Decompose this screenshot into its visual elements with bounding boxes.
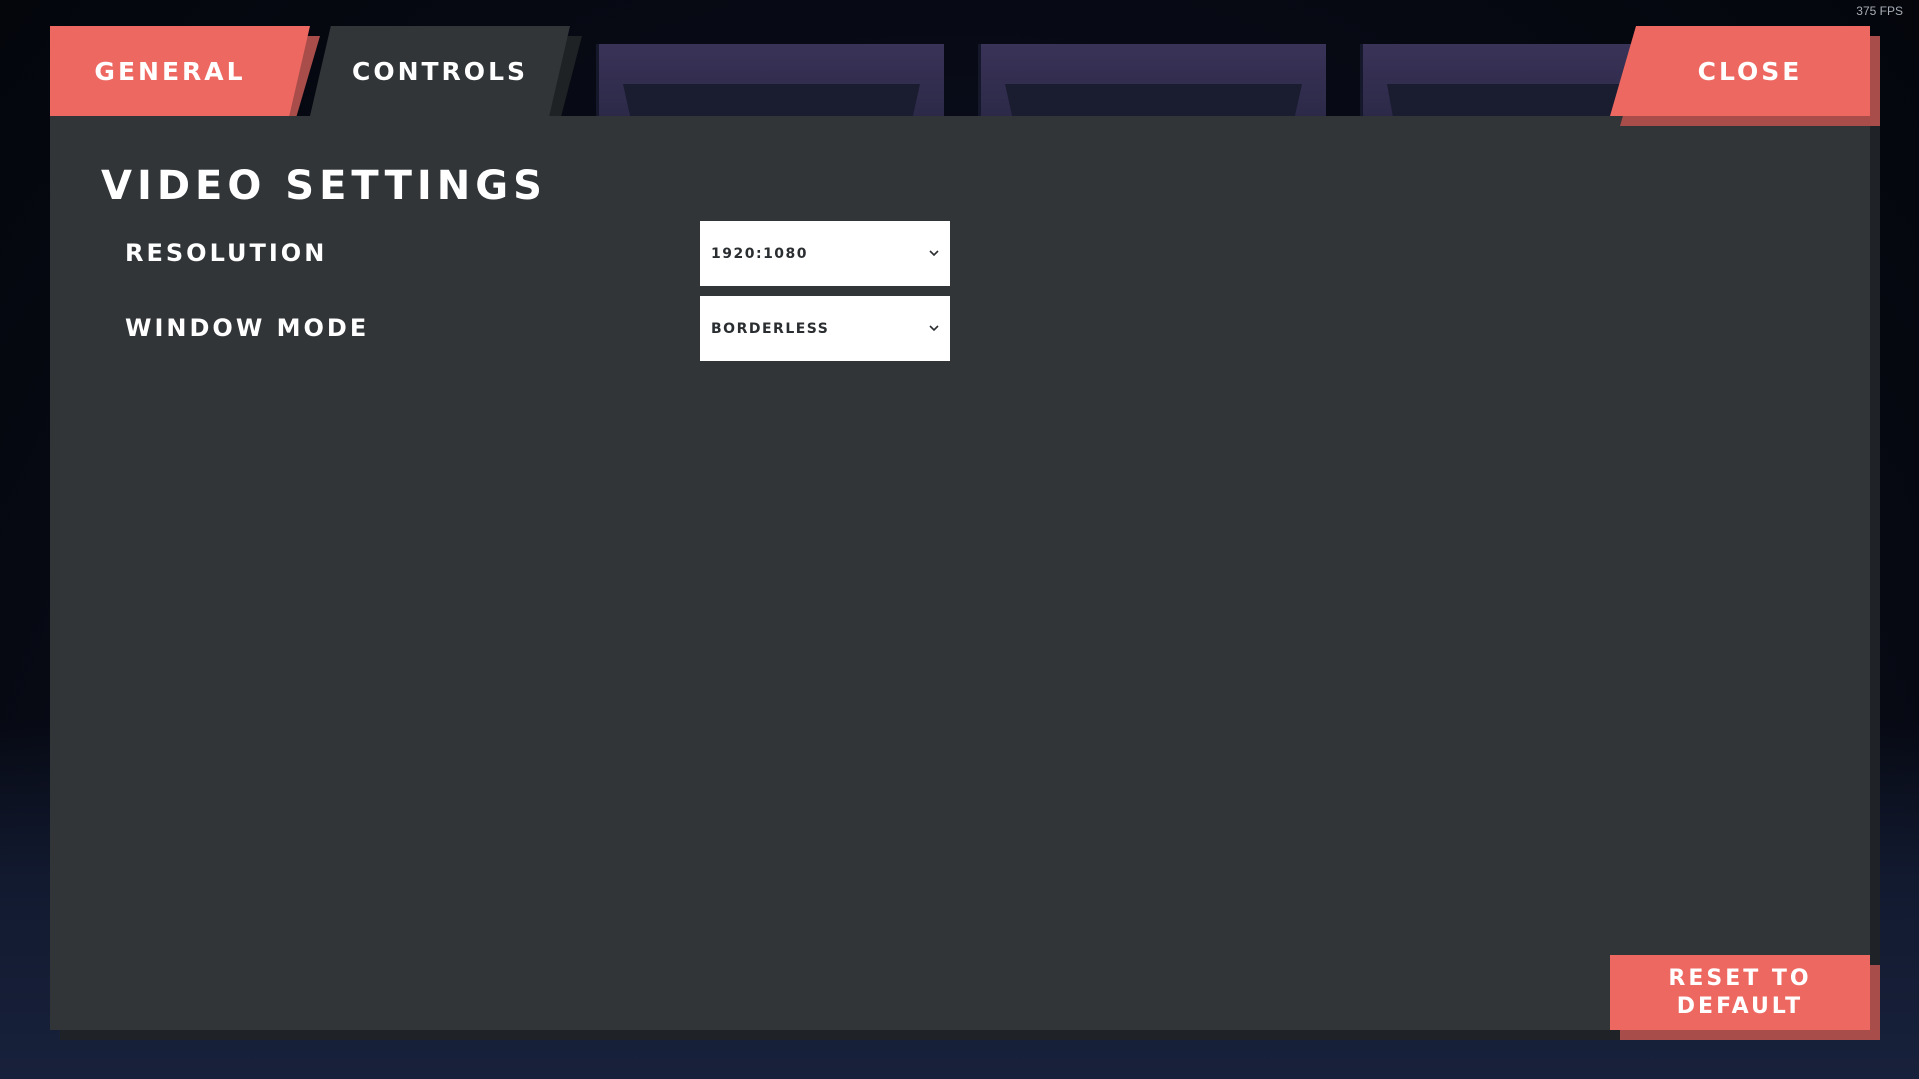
background-frame xyxy=(596,44,944,124)
window-mode-value: Borderless xyxy=(711,320,830,337)
section-title: Video Settings xyxy=(101,163,547,209)
window-mode-label: Window Mode xyxy=(125,314,370,342)
chevron-down-icon xyxy=(928,323,940,335)
chevron-down-icon xyxy=(928,248,940,260)
close-button[interactable]: Close xyxy=(1610,26,1870,116)
background-frame xyxy=(1360,44,1653,124)
background-frame xyxy=(978,44,1326,124)
tab-controls[interactable]: Controls xyxy=(310,26,570,116)
resolution-dropdown[interactable]: 1920:1080 xyxy=(700,221,950,286)
resolution-value: 1920:1080 xyxy=(711,245,809,262)
resolution-label: Resolution xyxy=(125,239,328,267)
tab-general[interactable]: General xyxy=(50,26,310,116)
reset-to-default-button[interactable]: Reset to Default xyxy=(1610,955,1870,1030)
fps-counter: 375 FPS xyxy=(1856,4,1903,18)
window-mode-dropdown[interactable]: Borderless xyxy=(700,296,950,361)
